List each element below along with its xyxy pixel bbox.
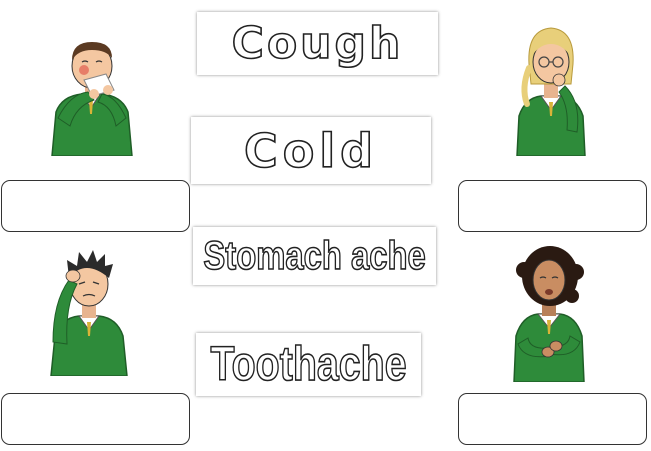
word-label-toothache: Toothache <box>210 337 407 391</box>
word-card-cough[interactable]: Cough <box>197 12 438 75</box>
word-card-stomach-ache[interactable]: Stomach ache <box>193 227 436 285</box>
boy-sneezing-with-tissue-icon <box>48 34 134 156</box>
word-card-toothache[interactable]: Toothache <box>196 333 421 396</box>
word-label-stomach-ache: Stomach ache <box>203 234 427 278</box>
word-label-cough: Cough <box>231 17 404 69</box>
answer-box-bottom-left[interactable] <box>1 393 190 445</box>
girl-holding-stomach-icon <box>508 240 590 382</box>
word-card-cold[interactable]: Cold <box>191 117 431 184</box>
answer-box-bottom-right[interactable] <box>458 393 647 445</box>
word-label-cold: Cold <box>243 123 379 178</box>
answer-box-top-left[interactable] <box>1 180 190 232</box>
girl-coughing-icon <box>511 24 591 156</box>
answer-box-top-right[interactable] <box>458 180 647 232</box>
boy-holding-head-icon <box>47 246 131 376</box>
